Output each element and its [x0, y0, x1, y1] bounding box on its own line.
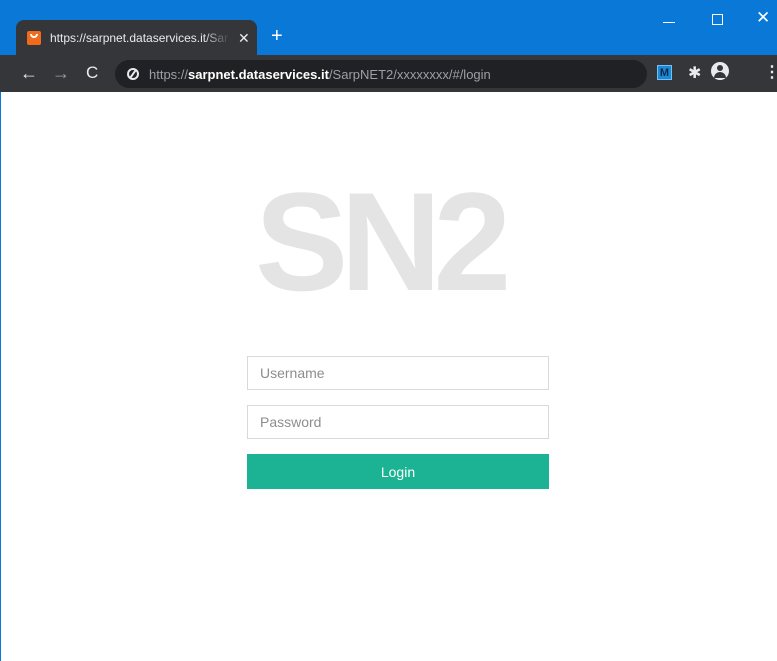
- address-bar[interactable]: https://sarpnet.dataservices.it/SarpNET2…: [115, 60, 647, 88]
- password-input[interactable]: [247, 405, 549, 439]
- site-info-icon[interactable]: [127, 68, 139, 80]
- back-button[interactable]: ←: [20, 63, 38, 83]
- url-text[interactable]: https://sarpnet.dataservices.it/SarpNET2…: [149, 67, 491, 82]
- page-content: SN2 Login: [0, 92, 777, 661]
- browser-tab[interactable]: https://sarpnet.dataservices.it/Sar ✕: [16, 20, 257, 55]
- forward-button[interactable]: →: [52, 63, 70, 83]
- profile-avatar-icon[interactable]: [711, 62, 729, 80]
- reload-button[interactable]: C: [86, 63, 98, 83]
- extension-m-icon[interactable]: M: [657, 65, 672, 80]
- maximize-button[interactable]: [712, 14, 723, 25]
- browser-titlebar: https://sarpnet.dataservices.it/Sar ✕ + …: [0, 0, 777, 55]
- tab-close-icon[interactable]: ✕: [238, 31, 250, 45]
- tab-title: https://sarpnet.dataservices.it/Sar: [50, 30, 229, 45]
- minimize-button[interactable]: [663, 22, 675, 23]
- site-favicon-icon: [27, 30, 41, 45]
- new-tab-button[interactable]: +: [271, 26, 283, 46]
- url-path: /SarpNET2/xxxxxxxx/#/login: [328, 66, 491, 82]
- extensions-puzzle-icon[interactable]: ✱: [688, 63, 701, 83]
- app-logo: SN2: [255, 163, 511, 320]
- login-button[interactable]: Login: [247, 454, 549, 489]
- browser-menu-icon[interactable]: ⋮: [764, 62, 777, 82]
- username-input[interactable]: [247, 356, 549, 390]
- close-window-button[interactable]: ✕: [756, 9, 770, 26]
- url-host: sarpnet.dataservices.it: [188, 66, 329, 82]
- url-scheme: https://: [149, 66, 189, 82]
